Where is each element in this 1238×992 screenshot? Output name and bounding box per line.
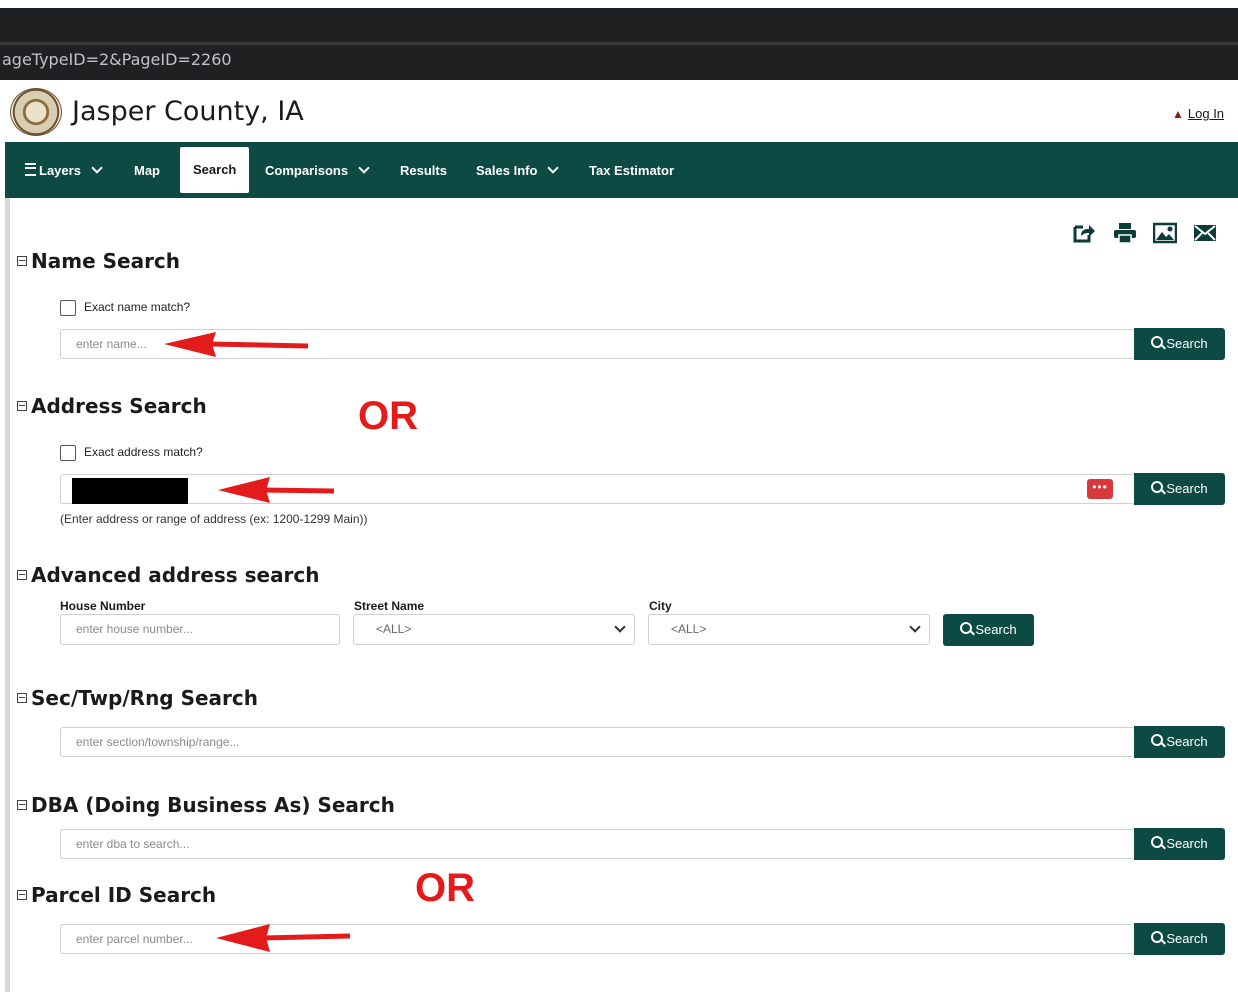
address-options-button[interactable]: ••• xyxy=(1087,479,1113,499)
advanced-search-title[interactable]: Advanced address search xyxy=(17,563,320,587)
nav-map[interactable]: Map xyxy=(134,142,160,198)
house-number-input[interactable]: enter house number... xyxy=(60,614,340,645)
exact-address-checkbox[interactable]: Exact address match? xyxy=(60,445,203,461)
nav-tax-estimator[interactable]: Tax Estimator xyxy=(589,142,674,198)
search-button-label: Search xyxy=(1166,481,1208,496)
county-seal-logo[interactable] xyxy=(10,88,62,136)
share-icon[interactable] xyxy=(1072,222,1096,244)
collapse-icon[interactable] xyxy=(17,890,27,900)
search-button-label: Search xyxy=(1166,836,1208,851)
dba-search-title[interactable]: DBA (Doing Business As) Search xyxy=(17,793,395,817)
sec-twp-rng-input[interactable]: enter section/township/range... xyxy=(60,727,1135,757)
address-search-title-text: Address Search xyxy=(31,394,207,418)
house-number-label: House Number xyxy=(60,599,146,613)
collapse-icon[interactable] xyxy=(17,256,27,266)
user-icon: ▲ xyxy=(1172,107,1184,121)
advanced-search-title-text: Advanced address search xyxy=(31,563,320,587)
street-name-label: Street Name xyxy=(354,599,425,613)
collapse-icon[interactable] xyxy=(17,693,27,703)
collapse-icon[interactable] xyxy=(17,570,27,580)
nav-layers[interactable]: Layers xyxy=(25,142,103,198)
nav-search[interactable]: Search xyxy=(180,147,250,193)
search-icon xyxy=(1151,836,1164,848)
image-icon[interactable] xyxy=(1153,222,1177,244)
or-annotation-1: OR xyxy=(358,394,418,438)
city-select[interactable]: <ALL> xyxy=(648,614,930,645)
parcel-id-search-button[interactable]: Search xyxy=(1134,923,1225,955)
browser-chrome: ageTypeID=2&PageID=2260 xyxy=(0,0,1238,80)
print-icon[interactable] xyxy=(1113,222,1137,244)
left-border xyxy=(5,198,10,992)
search-icon xyxy=(1151,481,1164,493)
collapse-icon[interactable] xyxy=(17,401,27,411)
chrome-divider xyxy=(0,42,1238,45)
search-icon xyxy=(1151,336,1164,348)
dba-search-button[interactable]: Search xyxy=(1134,828,1225,860)
url-bar[interactable]: ageTypeID=2&PageID=2260 xyxy=(2,50,232,69)
city-value: <ALL> xyxy=(671,622,707,636)
checkbox[interactable] xyxy=(60,300,76,316)
sec-twp-rng-search-button[interactable]: Search xyxy=(1134,726,1225,758)
advanced-search-button[interactable]: Search xyxy=(943,614,1034,646)
chevron-down-icon xyxy=(91,162,103,174)
search-button-label: Search xyxy=(1166,336,1208,351)
exact-name-checkbox[interactable]: Exact name match? xyxy=(60,300,190,316)
name-search-title[interactable]: Name Search xyxy=(17,249,180,273)
site-title: Jasper County, IA xyxy=(72,96,304,127)
sec-twp-rng-title[interactable]: Sec/Twp/Rng Search xyxy=(17,686,258,710)
red-arrow-annotation-address xyxy=(218,477,335,503)
or-annotation-2: OR xyxy=(415,866,475,910)
login-link[interactable]: ▲ Log In xyxy=(1172,106,1224,121)
email-icon[interactable] xyxy=(1193,222,1217,244)
exact-name-label: Exact name match? xyxy=(84,300,191,315)
search-button-label: Search xyxy=(975,622,1017,637)
chevron-down-icon xyxy=(909,621,921,633)
nav-sales-info-label: Sales Info xyxy=(476,163,538,178)
nav-comparisons-label: Comparisons xyxy=(265,163,349,178)
dba-search-title-text: DBA (Doing Business As) Search xyxy=(31,793,395,817)
nav-sales-info[interactable]: Sales Info xyxy=(476,142,560,198)
chevron-down-icon xyxy=(358,162,370,174)
exact-address-label: Exact address match? xyxy=(84,445,203,460)
city-label: City xyxy=(649,599,672,613)
layers-icon xyxy=(25,163,36,176)
search-button-label: Search xyxy=(1166,734,1208,749)
search-icon xyxy=(1151,734,1164,746)
dba-search-input[interactable]: enter dba to search... xyxy=(60,829,1135,859)
collapse-icon[interactable] xyxy=(17,800,27,810)
search-icon xyxy=(1151,931,1164,943)
address-hint: (Enter address or range of address (ex: … xyxy=(60,512,368,526)
street-name-select[interactable]: <ALL> xyxy=(353,614,635,645)
parcel-id-title-text: Parcel ID Search xyxy=(31,883,217,907)
parcel-id-title[interactable]: Parcel ID Search xyxy=(17,883,216,907)
checkbox[interactable] xyxy=(60,445,76,461)
red-arrow-annotation-name xyxy=(164,332,309,357)
search-icon xyxy=(960,622,973,634)
main-nav: Layers Map Search Comparisons Results Sa… xyxy=(5,142,1238,198)
name-search-title-text: Name Search xyxy=(31,249,181,273)
red-arrow-annotation-parcel xyxy=(216,924,351,952)
chevron-down-icon xyxy=(547,162,560,174)
login-label[interactable]: Log In xyxy=(1188,106,1224,121)
nav-layers-label: Layers xyxy=(39,163,81,178)
search-button-label: Search xyxy=(1166,931,1208,946)
address-search-title[interactable]: Address Search xyxy=(17,394,207,418)
address-search-button[interactable]: Search xyxy=(1134,473,1225,505)
street-name-value: <ALL> xyxy=(376,622,412,636)
redacted-address-value xyxy=(72,478,188,504)
window-edge xyxy=(0,0,1238,8)
sec-twp-rng-title-text: Sec/Twp/Rng Search xyxy=(31,686,259,710)
name-search-button[interactable]: Search xyxy=(1134,328,1225,360)
nav-results[interactable]: Results xyxy=(400,142,447,198)
chevron-down-icon xyxy=(614,621,626,633)
nav-comparisons[interactable]: Comparisons xyxy=(265,142,370,198)
